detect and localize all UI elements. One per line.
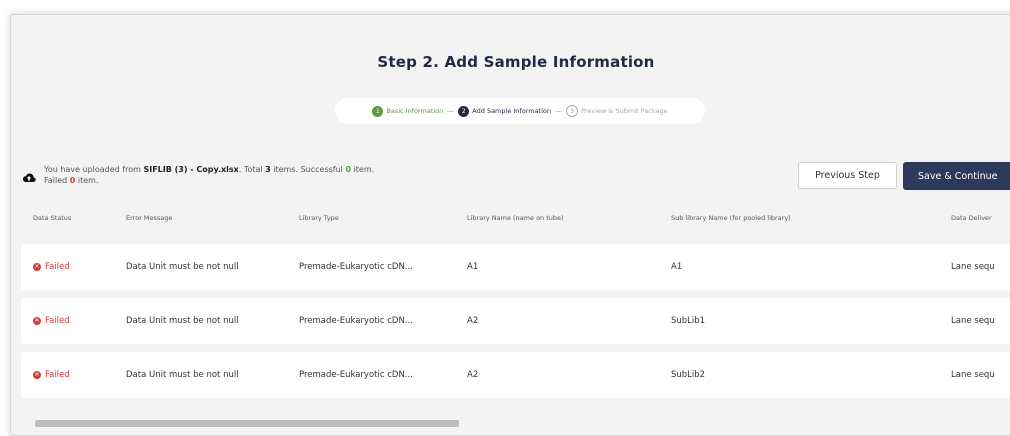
upload-summary-text: You have uploaded from SIFLIB (3) - Copy… — [44, 164, 374, 186]
column-header-library-type: Library Type — [299, 214, 339, 222]
upload-summary: You have uploaded from SIFLIB (3) - Copy… — [21, 164, 441, 186]
step-basic-information[interactable]: 1 Basic Information — [372, 105, 444, 117]
failed-suffix: item. — [75, 176, 99, 185]
data-delivery-cell: Lane sequ — [951, 370, 995, 380]
upload-total-text: . Total — [238, 165, 266, 174]
library-type-cell: Premade-Eukaryotic cDN... — [299, 370, 413, 380]
step-number: 1 — [372, 105, 384, 117]
step-add-sample-information[interactable]: 2 Add Sample Information — [458, 105, 552, 117]
close-circle-icon: ✕ — [33, 317, 41, 325]
error-message-cell: Data Unit must be not null — [126, 262, 239, 272]
library-name-cell: A2 — [467, 370, 479, 380]
data-delivery-cell: Lane sequ — [951, 262, 995, 272]
status-text: Failed — [45, 316, 70, 326]
cloud-upload-icon — [22, 173, 36, 183]
table-row[interactable]: ✕ Failed Data Unit must be not null Prem… — [21, 244, 1010, 290]
sub-library-name-cell: SubLib1 — [671, 316, 706, 326]
step-separator: — — [555, 107, 563, 115]
column-header-data-delivery: Data Deliver — [951, 214, 992, 222]
progress-stepper: 1 Basic Information — 2 Add Sample Infor… — [335, 98, 705, 124]
upload-prefix: You have uploaded from — [44, 165, 144, 174]
library-name-cell: A1 — [467, 262, 479, 272]
status-cell: ✕ Failed — [33, 352, 70, 398]
table-row[interactable]: ✕ Failed Data Unit must be not null Prem… — [21, 298, 1010, 344]
horizontal-scrollbar[interactable] — [35, 420, 459, 427]
library-type-cell: Premade-Eukaryotic cDN... — [299, 262, 413, 272]
uploaded-filename: SIFLIB (3) - Copy.xlsx — [143, 165, 239, 174]
step-label: Preview & Submit Package — [581, 107, 668, 115]
status-text: Failed — [45, 262, 70, 272]
previous-step-button[interactable]: Previous Step — [798, 162, 897, 189]
status-cell: ✕ Failed — [33, 244, 70, 290]
page-title: Step 2. Add Sample Information — [377, 53, 655, 71]
library-type-cell: Premade-Eukaryotic cDN... — [299, 316, 413, 326]
close-circle-icon: ✕ — [33, 371, 41, 379]
table-header: Data Status Error Message Library Type L… — [11, 214, 1010, 228]
step-separator: — — [447, 107, 455, 115]
failed-prefix: Failed — [44, 176, 70, 185]
column-header-sub-library-name: Sub library Name (for pooled library) — [671, 214, 791, 222]
sub-library-name-cell: A1 — [671, 262, 683, 272]
step-preview-submit[interactable]: 3 Preview & Submit Package — [566, 105, 668, 117]
status-text: Failed — [45, 370, 70, 380]
close-circle-icon: ✕ — [33, 263, 41, 271]
sub-library-name-cell: SubLib2 — [671, 370, 706, 380]
save-continue-button[interactable]: Save & Continue — [903, 162, 1010, 190]
table-row[interactable]: ✕ Failed Data Unit must be not null Prem… — [21, 352, 1010, 398]
library-name-cell: A2 — [467, 316, 479, 326]
column-header-error-message: Error Message — [126, 214, 173, 222]
step-number: 2 — [458, 105, 470, 117]
status-cell: ✕ Failed — [33, 298, 70, 344]
sample-info-panel: Step 2. Add Sample Information 1 Basic I… — [10, 14, 1010, 436]
column-header-data-status: Data Status — [33, 214, 72, 222]
upload-items-text: items. Successful — [270, 165, 346, 174]
column-header-library-name: Library Name (name on tube) — [467, 214, 564, 222]
step-label: Add Sample Information — [472, 107, 552, 115]
data-delivery-cell: Lane sequ — [951, 316, 995, 326]
error-message-cell: Data Unit must be not null — [126, 370, 239, 380]
step-label: Basic Information — [386, 107, 444, 115]
upload-item-suffix: item. — [351, 165, 375, 174]
error-message-cell: Data Unit must be not null — [126, 316, 239, 326]
step-number: 3 — [566, 105, 579, 117]
